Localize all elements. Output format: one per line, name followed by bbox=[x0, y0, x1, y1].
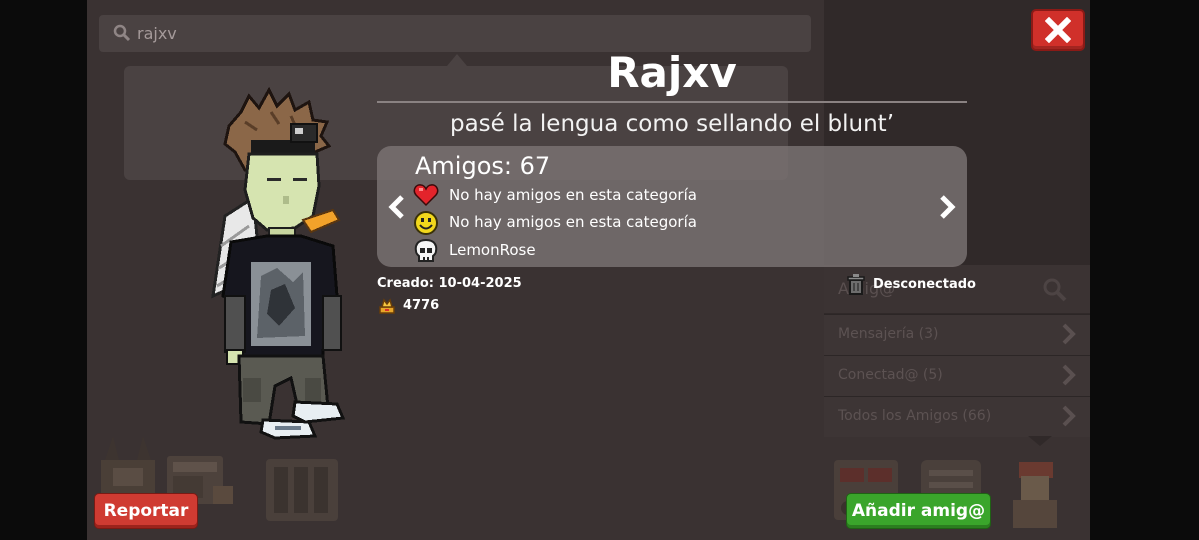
online-status: Desconectado bbox=[847, 274, 976, 296]
friends-row-messages[interactable]: Mensajería (3) bbox=[824, 314, 1090, 355]
status-text: Desconectado bbox=[873, 277, 976, 292]
avatar bbox=[205, 86, 355, 454]
trophy-icon bbox=[377, 298, 397, 319]
search-icon[interactable] bbox=[1042, 277, 1068, 307]
close-button[interactable] bbox=[1031, 9, 1085, 51]
chevron-right-icon bbox=[1062, 364, 1076, 390]
game-viewport: rajxv Amig@ Mensajería (3) Conectad@ (5)… bbox=[87, 0, 1090, 540]
friends-panel-tip bbox=[1028, 436, 1052, 446]
smiley-icon bbox=[413, 210, 439, 240]
heart-icon bbox=[413, 183, 439, 211]
friends-row-label: Todos los Amigos (66) bbox=[838, 408, 992, 424]
skull-icon bbox=[413, 238, 439, 268]
friends-count: Amigos: 67 bbox=[415, 152, 551, 180]
chevron-right-icon bbox=[1062, 405, 1076, 431]
created-date: Creado: 10-04-2025 bbox=[377, 276, 522, 291]
achievement-score: 4776 bbox=[377, 297, 439, 319]
trash-icon bbox=[847, 274, 865, 300]
chevron-left-icon[interactable] bbox=[387, 194, 407, 224]
friend-category-label: No hay amigos en esta categoría bbox=[449, 213, 697, 231]
friends-row-all[interactable]: Todos los Amigos (66) bbox=[824, 396, 1090, 437]
add-friend-button[interactable]: Añadir amig@ bbox=[846, 493, 991, 529]
score-value: 4776 bbox=[403, 298, 440, 313]
own-avatar-icon[interactable] bbox=[999, 456, 1069, 536]
report-button[interactable]: Reportar bbox=[94, 493, 198, 529]
profile-username: Rajxv bbox=[607, 48, 737, 97]
inventory-icon[interactable] bbox=[262, 455, 342, 529]
friends-row-label: Conectad@ (5) bbox=[838, 367, 943, 383]
search-input[interactable]: rajxv bbox=[137, 24, 177, 43]
divider bbox=[377, 101, 967, 103]
navigator-search-bar[interactable]: rajxv bbox=[99, 15, 811, 52]
friend-category-label[interactable]: LemonRose bbox=[449, 241, 536, 259]
friends-category-box: Amigos: 67 No hay amigos en esta categor… bbox=[377, 146, 967, 267]
friends-row-online[interactable]: Conectad@ (5) bbox=[824, 355, 1090, 396]
profile-motto: pasé la lengua como sellando el blunt’ bbox=[449, 111, 895, 137]
friend-category-label: No hay amigos en esta categoría bbox=[449, 186, 697, 204]
chevron-right-icon bbox=[1062, 323, 1076, 349]
friends-row-label: Mensajería (3) bbox=[838, 326, 939, 342]
search-icon bbox=[113, 24, 131, 46]
chevron-right-icon[interactable] bbox=[937, 194, 957, 224]
